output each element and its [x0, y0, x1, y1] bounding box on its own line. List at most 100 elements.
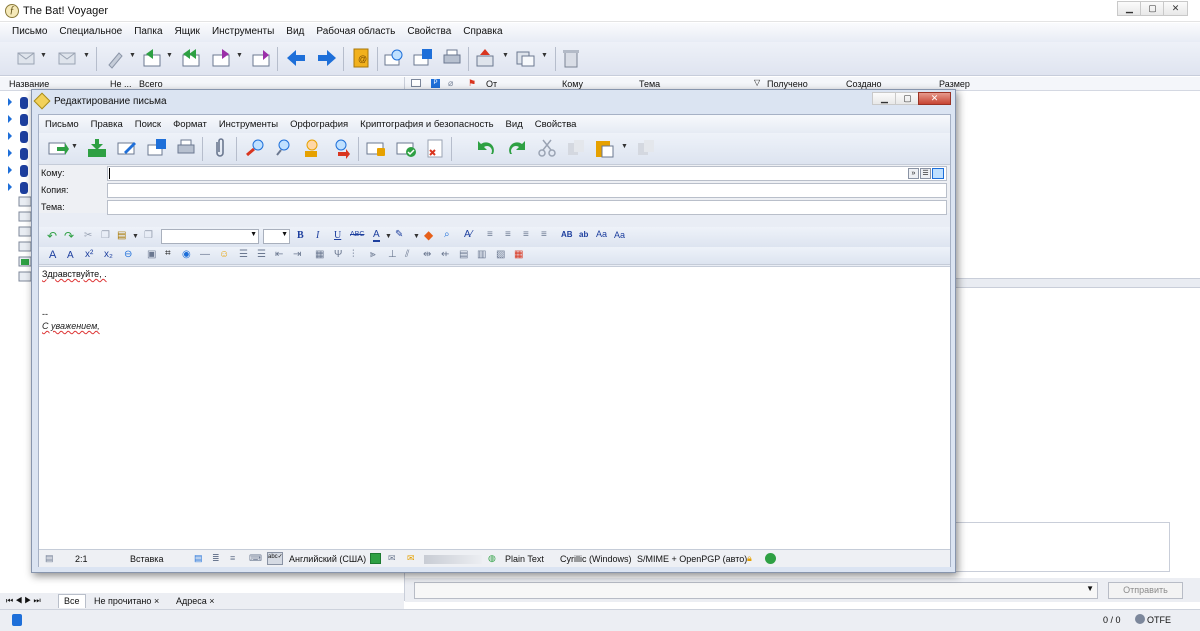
- capitalize-icon[interactable]: Aa: [614, 230, 625, 240]
- toggle-case-icon[interactable]: Aa: [596, 229, 607, 239]
- priority-icon[interactable]: P: [431, 79, 440, 88]
- tab-addresses[interactable]: Адреса ×: [172, 595, 219, 607]
- font-shrink-icon[interactable]: A: [67, 250, 74, 261]
- table-row-icon[interactable]: ⊥: [388, 249, 397, 260]
- text-color-icon[interactable]: A: [373, 229, 380, 242]
- column-received[interactable]: Получено: [767, 79, 808, 89]
- table-icon[interactable]: ▦: [315, 249, 324, 260]
- indent-decrease-icon[interactable]: ⇤: [275, 249, 283, 260]
- chevron-down-icon[interactable]: ▼: [71, 143, 78, 150]
- zoom-icon[interactable]: ⌕: [444, 229, 450, 240]
- link-icon[interactable]: ⊖: [124, 249, 132, 260]
- charset[interactable]: Cyrillic (Windows): [560, 554, 632, 564]
- chevron-down-icon[interactable]: ▼: [166, 52, 173, 59]
- send-button[interactable]: Отправить: [1108, 582, 1183, 599]
- attach-paperclip-icon[interactable]: [209, 137, 231, 159]
- font-size-select[interactable]: ▼: [263, 229, 290, 244]
- editor-menu-properties[interactable]: Свойства: [535, 119, 577, 130]
- font-family-select[interactable]: ▼: [161, 229, 259, 244]
- forward-icon[interactable]: [210, 47, 232, 69]
- spellcheck-language[interactable]: Английский (США): [289, 554, 366, 564]
- editor-menu-edit[interactable]: Правка: [91, 119, 123, 130]
- chevron-down-icon[interactable]: ▼: [281, 231, 288, 238]
- redirect-icon[interactable]: [250, 47, 272, 69]
- italic-icon[interactable]: I: [316, 230, 319, 241]
- chevron-down-icon[interactable]: ▼: [621, 143, 628, 150]
- verified-icon[interactable]: [765, 553, 776, 564]
- menu-properties[interactable]: Свойства: [407, 26, 451, 37]
- undo-icon[interactable]: [475, 137, 497, 159]
- keyboard-icon[interactable]: ⌨: [249, 553, 262, 564]
- editor-menu-tools[interactable]: Инструменты: [219, 119, 278, 130]
- recipient-combo[interactable]: ▼: [414, 582, 1098, 599]
- copy-icon[interactable]: [565, 137, 587, 159]
- column-subject[interactable]: Тема: [639, 79, 660, 89]
- editor-menu-crypto[interactable]: Криптография и безопасность: [360, 119, 493, 130]
- chevron-down-icon[interactable]: ▼: [83, 52, 90, 59]
- replace-icon[interactable]: [301, 137, 323, 159]
- redo-icon[interactable]: ↷: [64, 229, 74, 243]
- insert-mode[interactable]: Вставка: [130, 554, 163, 564]
- editor-menu-letter[interactable]: Письмо: [45, 119, 79, 130]
- expand-icon[interactable]: »: [908, 168, 919, 179]
- globe-icon[interactable]: ◍: [488, 553, 496, 564]
- chevron-down-icon[interactable]: ▼: [541, 52, 548, 59]
- menu-folder[interactable]: Папка: [134, 26, 162, 37]
- security-mode[interactable]: S/MIME + OpenPGP (авто): [637, 554, 747, 564]
- clear-format-icon[interactable]: A⁄: [464, 229, 472, 240]
- close-button[interactable]: ✕: [1163, 1, 1188, 16]
- redo-icon[interactable]: [506, 137, 528, 159]
- find-replace-icon[interactable]: [330, 137, 352, 159]
- save-draft-icon[interactable]: [146, 137, 168, 159]
- envelope-icon[interactable]: [411, 79, 421, 87]
- cut-icon[interactable]: ✂: [84, 230, 92, 241]
- editor-close-button[interactable]: ✕: [918, 92, 951, 105]
- new-message-icon[interactable]: [105, 47, 127, 69]
- arrow-left-icon[interactable]: [285, 47, 307, 69]
- image-icon[interactable]: ▣: [147, 249, 156, 260]
- cc-input[interactable]: [107, 183, 947, 198]
- flag-icon[interactable]: ⚑: [468, 78, 476, 89]
- indent-increase-icon[interactable]: ⇥: [293, 249, 301, 260]
- send-mail-icon[interactable]: [57, 47, 79, 69]
- mail-check-icon[interactable]: ✉: [388, 553, 396, 564]
- column-unread[interactable]: Не ...: [110, 79, 132, 89]
- column-total[interactable]: Всего: [139, 79, 163, 89]
- cut-icon[interactable]: [536, 137, 558, 159]
- menu-account[interactable]: Ящик: [175, 26, 200, 37]
- save-message-icon[interactable]: [412, 47, 434, 69]
- align-center-icon[interactable]: ≡: [505, 229, 511, 240]
- encrypt-icon[interactable]: [365, 137, 387, 159]
- column-created[interactable]: Создано: [846, 79, 882, 89]
- bullet-list-icon[interactable]: ☰: [239, 249, 248, 260]
- table-props-icon[interactable]: ▤: [459, 249, 468, 260]
- editor-menu-search[interactable]: Поиск: [135, 119, 161, 130]
- tab-unread[interactable]: Не прочитано ×: [90, 595, 163, 607]
- table-remove-icon[interactable]: ▦: [514, 249, 523, 260]
- table-fill-icon[interactable]: ▧: [496, 249, 505, 260]
- spellcheck-icon[interactable]: abc✓: [267, 552, 283, 565]
- table-cell-icon[interactable]: ⫽: [405, 249, 409, 260]
- system-folder-icons[interactable]: [18, 195, 32, 291]
- arrow-right-icon[interactable]: [316, 47, 338, 69]
- table-delete-icon[interactable]: ⇷: [441, 249, 449, 260]
- chevron-down-icon[interactable]: ▼: [40, 52, 47, 59]
- horizontal-rule-icon[interactable]: —: [200, 249, 210, 260]
- doc-icon[interactable]: ▤: [194, 553, 203, 564]
- address-book-icon[interactable]: [932, 168, 944, 179]
- align-right-icon[interactable]: ≡: [523, 229, 529, 240]
- editor-minimize-button[interactable]: ▁: [872, 92, 897, 105]
- draft-icon[interactable]: [116, 137, 138, 159]
- close-icon[interactable]: ×: [209, 596, 214, 606]
- account-list-icons[interactable]: [6, 95, 32, 195]
- contact-icon[interactable]: ☰: [920, 168, 931, 179]
- move-to-folder-icon[interactable]: [475, 47, 497, 69]
- message-format[interactable]: Plain Text: [505, 554, 544, 564]
- message-body-editor[interactable]: Здравствуйте, . -- С уважением,: [39, 266, 950, 549]
- get-mail-icon[interactable]: [16, 47, 38, 69]
- superscript-icon[interactable]: x²: [85, 249, 93, 260]
- column-size[interactable]: Размер: [939, 79, 970, 89]
- editor-maximize-button[interactable]: ▢: [895, 92, 920, 105]
- to-input[interactable]: » ☰: [107, 166, 947, 181]
- lock-icon[interactable]: 🔒︎: [747, 553, 752, 564]
